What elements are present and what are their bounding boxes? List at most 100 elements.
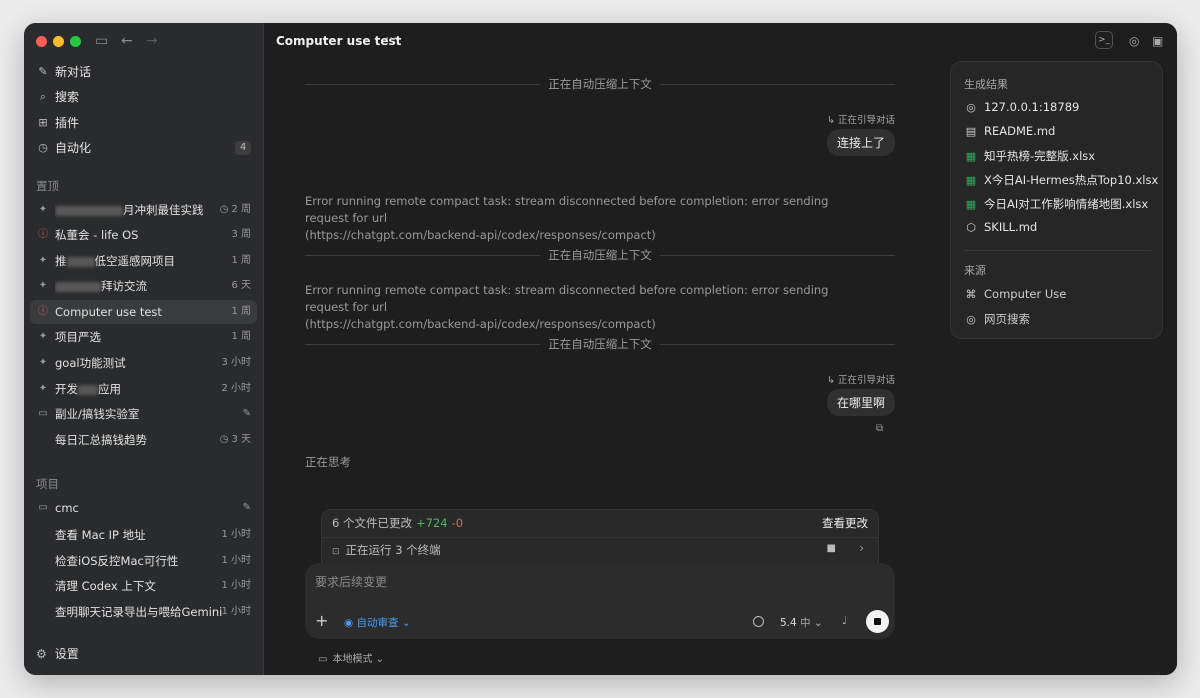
pinned-thread[interactable]: ✦ 开发 应用 2 小时 [30,377,257,401]
minimize-window-button[interactable] [53,36,64,47]
close-window-button[interactable] [36,36,47,47]
pinned-thread[interactable]: ⓘ 私董会 - life OS 3 周 [30,223,257,247]
thread-time: 1 周 [231,255,251,266]
user-message: 连接上了 [826,129,895,156]
chevron-down-icon: ⌄ [372,654,385,665]
edit-icon[interactable]: ✎ [243,496,251,520]
nav-plugins[interactable]: ⊞ 插件 [30,111,257,135]
alert-icon: ⓘ [38,229,48,240]
lines-added: +724 [415,516,448,530]
more-options-button[interactable]: ··· [385,32,397,47]
stop-icon [874,618,881,625]
globe-icon: ◎ [966,313,976,326]
composer-input[interactable]: 要求后续变更 [315,573,387,590]
source-item[interactable]: ⌘ Computer Use [964,287,1067,301]
pinned-thread[interactable]: 每日汇总搞钱趋势 ◷ 3 天 [30,428,257,452]
nav-search[interactable]: ⌕ 搜索 [30,85,257,109]
settings-button[interactable]: ⚙ 设置 [36,645,79,662]
thread-time: 1 周 [231,331,251,342]
thread-title: 清理 Codex 上下文 [55,579,156,593]
error-message: Error running remote compact task: strea… [305,283,829,331]
compress-label: 正在自动压缩上下文 [540,337,660,351]
back-arrow-icon[interactable]: ← [121,32,133,50]
project-folder[interactable]: ▭ cmc ✎ [30,496,257,520]
compress-label: 正在自动压缩上下文 [540,77,660,91]
auto-review-dropdown[interactable]: ◉ 自动审查 ⌄ [344,615,411,630]
terminal-icon[interactable]: >_ [1095,31,1113,49]
sidebar: ▭ ← → ✎ 新对话 ⌕ 搜索 ⊞ 插件 ◷ 自动化 4 置顶 ✦ 月冲刺最佳… [24,23,264,675]
pin-icon: ✦ [38,280,48,291]
panel-toggle-icon[interactable]: ▣ [1152,34,1163,48]
microphone-icon[interactable]: ♩ [842,614,847,627]
result-item[interactable]: ▦ 今日AI对工作影响情绪地图.xlsx [964,196,1148,212]
user-message: 在哪里啊 [826,389,895,416]
context-usage-icon[interactable] [753,616,764,627]
thread-title: goal功能测试 [55,356,126,370]
edit-icon: ✎ [38,65,48,78]
project-thread[interactable]: 清理 Codex 上下文 1 小时 [30,574,257,598]
conversation-title[interactable]: Computer use test [276,34,401,48]
clock-icon: ◷ [38,141,48,154]
result-item[interactable]: ▦ 知乎热榜-完整版.xlsx [964,148,1095,164]
pinned-thread-active[interactable]: ⓘ Computer use test 1 周 [30,300,257,324]
compress-label: 正在自动压缩上下文 [540,248,660,262]
nav-new-chat[interactable]: ✎ 新对话 [30,60,257,84]
thread-time: 2 小时 [221,383,251,394]
clock-icon: ◷ [219,204,229,215]
result-item[interactable]: ▦ X今日AI-Hermes热点Top10.xlsx [964,172,1159,188]
alert-icon: ⓘ [38,306,48,317]
pinned-thread[interactable]: ✦ goal功能测试 3 小时 [30,351,257,375]
thread-title: Computer use test [55,305,162,319]
laptop-icon: ▭ [318,654,328,665]
pinned-thread[interactable]: ✦ 推 低空遥感网项目 1 周 [30,249,257,273]
pinned-thread[interactable]: ✦ 月冲刺最佳实践 ◷ 2 周 [30,198,257,222]
error-message: Error running remote compact task: strea… [305,194,829,242]
result-item[interactable]: ◎ 127.0.0.1:18789 [964,100,1079,114]
compress-divider: 正在自动压缩上下文 [305,76,895,92]
folder-title: 副业/搞钱实验室 [55,407,140,421]
pinned-folder[interactable]: ▭ 副业/搞钱实验室 ✎ [30,402,257,426]
pin-icon: ✦ [38,204,48,215]
thread-title: 月冲刺最佳实践 [123,203,204,217]
copy-icon[interactable]: ⧉ [876,423,883,434]
results-panel: 生成结果 ◎ 127.0.0.1:18789 ▤ README.md ▦ 知乎热榜-完… [950,61,1163,339]
running-terminals[interactable]: ⊡ 正在运行 3 个终端 [332,542,441,558]
view-changes-button[interactable]: 查看更改 [822,515,868,531]
result-item[interactable]: ▤ README.md [964,124,1056,138]
local-mode-selector[interactable]: ▭ 本地模式 ⌄ [318,650,384,665]
sidebar-toggle-icon[interactable]: ▭ [95,32,108,50]
model-selector[interactable]: 5.4 中 ⌄ [780,615,823,630]
globe-icon: ◎ [966,101,976,114]
thread-time: 3 周 [231,229,251,240]
forward-arrow-icon[interactable]: → [146,32,158,50]
thread-title-rest: 低空遥感网项目 [94,254,176,268]
automation-count-badge: 4 [235,141,251,155]
pin-icon: ✦ [38,383,48,394]
chevron-right-icon[interactable]: › [859,541,864,555]
settings-label: 设置 [54,647,79,661]
thread-time: 1 小时 [221,529,251,540]
pinned-thread[interactable]: ✦ 拜访交流 6 天 [30,274,257,298]
source-item[interactable]: ◎ 网页搜索 [964,311,1030,327]
result-item[interactable]: ⬡ SKILL.md [964,220,1037,234]
project-thread[interactable]: 查看 Mac IP 地址 1 小时 [30,523,257,547]
pinned-thread[interactable]: ✦ 项目严选 1 周 [30,325,257,349]
nav-automation[interactable]: ◷ 自动化 4 [30,136,257,160]
globe-icon[interactable]: ◎ [1129,34,1139,48]
add-attachment-button[interactable]: + [315,611,328,630]
thread-time: 3 小时 [221,357,251,368]
project-thread[interactable]: 检查iOS反控Mac可行性 1 小时 [30,549,257,573]
stop-terminals-button[interactable]: ■ [827,543,836,554]
excel-icon: ▦ [965,150,977,163]
thread-title: 每日汇总搞钱趋势 [55,433,147,447]
sources-title: 来源 [964,264,986,277]
thread-title-rest: 应用 [98,382,121,396]
edit-icon[interactable]: ✎ [243,402,251,426]
redacted-text [66,256,95,267]
main-panel: Computer use test ··· >_ ◎ ▣ 正在自动压缩上下文 ↳… [264,23,1177,675]
zoom-window-button[interactable] [70,36,81,47]
folder-icon: ▭ [38,502,48,513]
compress-divider: 正在自动压缩上下文 [305,247,895,263]
redacted-text [55,281,101,292]
stop-generation-button[interactable] [866,610,889,633]
